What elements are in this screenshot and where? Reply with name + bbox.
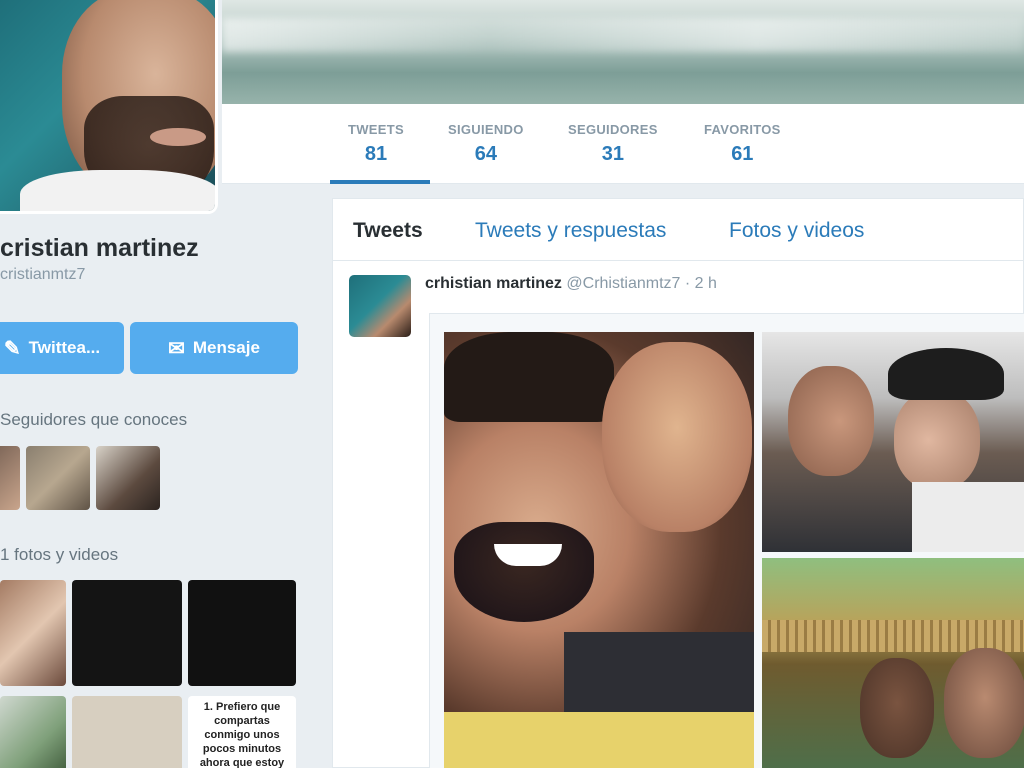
- photo-hair: [444, 332, 614, 422]
- follower-avatar[interactable]: [96, 446, 160, 510]
- tweet-to-button[interactable]: ✎ Twittea...: [0, 322, 124, 374]
- stat-favorites[interactable]: FAVORITOS 61: [704, 122, 781, 166]
- tab-tweets-replies[interactable]: Tweets y respuestas: [475, 219, 666, 243]
- message-button[interactable]: ✉ Mensaje: [130, 322, 298, 374]
- stat-label: SIGUIENDO: [448, 122, 524, 137]
- media-thumbnail[interactable]: [72, 696, 182, 768]
- photo-head: [894, 390, 980, 490]
- follower-avatar[interactable]: [26, 446, 90, 510]
- header-banner: [222, 0, 1024, 104]
- photo-beard: [454, 522, 594, 622]
- known-followers-title: Seguidores que conoces: [0, 410, 188, 429]
- stat-value: 81: [364, 143, 388, 165]
- stat-value: 31: [601, 143, 624, 165]
- message-icon: ✉: [168, 337, 185, 360]
- tweet-author-handle[interactable]: @Crhistianmtz7: [566, 275, 680, 292]
- tweet-author-avatar[interactable]: [349, 275, 411, 337]
- tweet-photo-bottom-right[interactable]: [762, 558, 1024, 768]
- photo-shirt: [912, 482, 1024, 552]
- photo-head: [860, 658, 934, 758]
- compose-icon: ✎: [3, 337, 21, 360]
- stat-following[interactable]: SIGUIENDO 64: [448, 122, 524, 166]
- tweet-photo-grid[interactable]: [429, 313, 1024, 768]
- media-thumbnail[interactable]: [0, 696, 66, 768]
- photos-videos-title[interactable]: 1 fotos y videos: [0, 545, 118, 565]
- profile-avatar[interactable]: [0, 0, 218, 214]
- stat-label: TWEETS: [348, 122, 404, 137]
- photo-head: [944, 648, 1024, 758]
- timeline-tabs: Tweets Tweets y respuestas Fotos y video…: [333, 199, 1024, 261]
- tweet-to-label: Twittea...: [28, 338, 101, 357]
- photo-head: [788, 366, 874, 476]
- media-thumbnail-text: 1. Prefiero que compartas conmigo unos p…: [199, 701, 285, 768]
- stat-label: SEGUIDORES: [568, 122, 658, 137]
- tweet-timestamp[interactable]: · 2 h: [685, 275, 717, 292]
- message-label: Mensaje: [192, 338, 260, 357]
- profile-stats-nav: TWEETS 81 SIGUIENDO 64 SEGUIDORES 31 FAV…: [222, 104, 1024, 184]
- stat-value: 61: [731, 143, 754, 165]
- stat-followers[interactable]: SEGUIDORES 31: [568, 122, 658, 166]
- tab-tweets[interactable]: Tweets: [353, 219, 423, 243]
- avatar-mouth: [150, 128, 206, 146]
- tweet-photo-top-right[interactable]: [762, 332, 1024, 552]
- timeline: Tweets Tweets y respuestas Fotos y video…: [332, 198, 1024, 768]
- photo-face: [602, 342, 752, 532]
- stat-tweets[interactable]: TWEETS 81: [348, 122, 404, 166]
- profile-handle: cristianmtz7: [0, 266, 86, 283]
- photo-cap: [888, 348, 1004, 400]
- active-stat-indicator: [330, 180, 430, 184]
- profile-page: TWEETS 81 SIGUIENDO 64 SEGUIDORES 31 FAV…: [0, 0, 1024, 768]
- media-thumbnail[interactable]: 1. Prefiero que compartas conmigo unos p…: [188, 696, 296, 768]
- profile-name: cristian martinez: [0, 234, 199, 262]
- tweet-header: crhistian martinez @Crhistianmtz7 · 2 h: [425, 275, 717, 293]
- tab-photos-videos[interactable]: Fotos y videos: [729, 219, 864, 243]
- tweet-photo-main[interactable]: [444, 332, 754, 768]
- media-thumbnail[interactable]: [0, 580, 66, 686]
- photo-table: [444, 712, 754, 768]
- avatar-shirt: [20, 170, 215, 211]
- stat-label: FAVORITOS: [704, 122, 781, 137]
- media-thumbnail[interactable]: [188, 580, 296, 686]
- stat-value: 64: [474, 143, 497, 165]
- follower-avatar[interactable]: [0, 446, 20, 510]
- tweet-author-name[interactable]: crhistian martinez: [425, 275, 562, 292]
- media-thumbnail[interactable]: [72, 580, 182, 686]
